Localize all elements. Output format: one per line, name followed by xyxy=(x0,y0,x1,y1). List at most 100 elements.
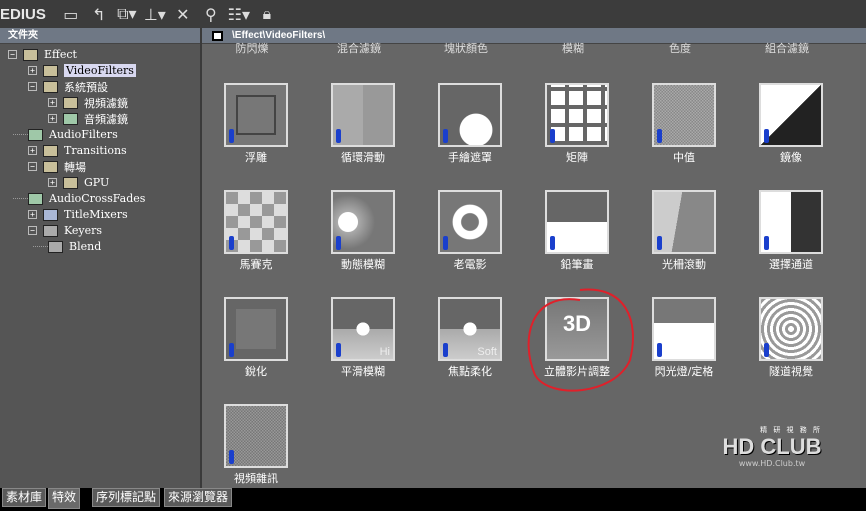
info-icon xyxy=(657,343,662,357)
effect-thumbnail xyxy=(652,83,716,147)
expand-icon[interactable]: + xyxy=(48,178,57,187)
thumbnail-tag: Hi xyxy=(379,346,390,358)
effect-thumbnail xyxy=(545,190,609,254)
properties-icon[interactable]: ⚲ xyxy=(200,4,222,24)
tree-item[interactable]: + VideoFilters xyxy=(28,63,136,78)
effect-item[interactable]: 循環滑動 xyxy=(309,83,409,183)
effect-thumbnail xyxy=(224,190,288,254)
effect-label: 視頻雜訊 xyxy=(234,472,278,485)
effect-label[interactable]: 色度 xyxy=(630,40,730,56)
folder-icon xyxy=(43,80,58,93)
effect-thumbnail: 3D xyxy=(545,297,609,361)
collapse-icon[interactable]: − xyxy=(8,50,17,59)
effect-label: 浮雕 xyxy=(245,151,267,164)
collapse-icon[interactable]: − xyxy=(28,162,37,171)
copy-dropdown-icon[interactable]: ⧉▾ xyxy=(116,4,138,24)
tab-source-browser[interactable]: 來源瀏覽器 xyxy=(164,488,233,507)
new-folder-icon[interactable]: ▭ xyxy=(60,4,82,24)
lock-icon[interactable]: 🔒︎ xyxy=(256,4,278,24)
folder-icon xyxy=(43,160,58,173)
effect-item[interactable]: 動態模糊 xyxy=(309,190,409,290)
effect-item[interactable]: 光柵滾動 xyxy=(630,190,730,290)
tree-item[interactable]: + TitleMixers xyxy=(28,207,128,222)
effect-thumbnail: Hi xyxy=(331,297,395,361)
layout-dropdown-icon[interactable]: ⊥▾ xyxy=(144,4,166,24)
effect-thumbnail: Soft xyxy=(438,297,502,361)
expand-icon[interactable]: + xyxy=(28,66,37,75)
effect-item[interactable]: 隧道視覺 xyxy=(737,297,837,397)
expand-icon[interactable]: + xyxy=(28,210,37,219)
tree-item[interactable]: Blend xyxy=(33,239,101,254)
tab-sequence-markers[interactable]: 序列標記點 xyxy=(92,488,161,507)
effect-label[interactable]: 混合濾鏡 xyxy=(309,40,409,56)
thumbnail-tag: Soft xyxy=(477,346,497,358)
effect-label[interactable]: 模糊 xyxy=(523,40,623,56)
effect-item[interactable]: 手繪遮罩 xyxy=(416,83,516,183)
effect-thumbnail xyxy=(224,83,288,147)
effect-item[interactable]: 鏡像 xyxy=(737,83,837,183)
tree-item-label: AudioCrossFades xyxy=(49,192,146,205)
effect-label: 焦點柔化 xyxy=(448,365,492,378)
folder-icon xyxy=(43,144,58,157)
effect-thumbnail xyxy=(224,297,288,361)
effect-label: 中值 xyxy=(673,151,695,164)
effect-label: 循環滑動 xyxy=(341,151,385,164)
expand-icon[interactable]: + xyxy=(28,146,37,155)
effect-item[interactable]: Soft 焦點柔化 xyxy=(416,297,516,397)
effect-thumbnail xyxy=(438,83,502,147)
effect-item[interactable]: 中值 xyxy=(630,83,730,183)
tree-item[interactable]: + 音頻濾鏡 xyxy=(48,111,128,126)
app-logo: EDIUS xyxy=(0,5,46,23)
tree-item[interactable]: − 轉場 xyxy=(28,159,86,174)
effect-label[interactable]: 組合濾鏡 xyxy=(737,40,837,56)
tree-item[interactable]: AudioCrossFades xyxy=(13,191,145,206)
effect-label[interactable]: 塊狀顏色 xyxy=(416,40,516,56)
thumbnail-tag: 3D xyxy=(562,311,592,336)
expand-icon[interactable]: + xyxy=(48,98,57,107)
folder-panel-header: 文件夾 xyxy=(0,28,200,44)
tree-item[interactable]: + 視頻濾鏡 xyxy=(48,95,128,110)
tree-item[interactable]: AudioFilters xyxy=(13,127,118,142)
tree-item[interactable]: − Keyers xyxy=(28,223,102,238)
effect-item[interactable]: 馬賽克 xyxy=(202,190,302,290)
effect-thumbnail xyxy=(759,190,823,254)
info-icon xyxy=(550,236,555,250)
effect-label: 老電影 xyxy=(453,258,487,271)
expand-icon[interactable]: + xyxy=(48,114,57,123)
effect-label: 鉛筆畫 xyxy=(560,258,594,271)
info-icon xyxy=(657,236,662,250)
effect-item[interactable]: 矩陣 xyxy=(523,83,623,183)
tree-item-label: GPU xyxy=(84,176,110,189)
effect-item[interactable]: 銳化 xyxy=(202,297,302,397)
effect-label: 動態模糊 xyxy=(341,258,385,271)
effect-label[interactable]: 防閃爍 xyxy=(202,40,302,56)
view-dropdown-icon[interactable]: ☷▾ xyxy=(228,4,250,24)
effect-item[interactable]: Hi 平滑模糊 xyxy=(309,297,409,397)
effect-label: 光柵滾動 xyxy=(662,258,706,271)
effect-label: 矩陣 xyxy=(566,151,588,164)
effect-thumbnail xyxy=(545,83,609,147)
effect-item[interactable]: 鉛筆畫 xyxy=(523,190,623,290)
effect-item[interactable]: 選擇通道 xyxy=(737,190,837,290)
tab-bin[interactable]: 素材庫 xyxy=(2,488,47,507)
effects-panel: \Effect\VideoFilters\ 防閃爍 混合濾鏡 塊狀顏色 模糊 色度 組合濾… xyxy=(202,28,866,488)
tree-item[interactable]: + Transitions xyxy=(28,143,127,158)
info-icon xyxy=(336,236,341,250)
effect-item[interactable]: 3D 立體影片調整 xyxy=(523,297,623,397)
info-icon xyxy=(764,236,769,250)
tab-effects[interactable]: 特效 xyxy=(48,488,81,509)
toolbar: EDIUS ▭ ↰ ⧉▾ ⊥▾ ✕ ⚲ ☷▾ 🔒︎ xyxy=(0,0,866,28)
tree-item[interactable]: + GPU xyxy=(48,175,109,190)
folder-icon xyxy=(43,64,58,77)
effect-thumbnail xyxy=(759,297,823,361)
tree-item[interactable]: − Effect xyxy=(8,47,77,62)
effect-item[interactable]: 閃光燈/定格 xyxy=(630,297,730,397)
collapse-icon[interactable]: − xyxy=(28,82,37,91)
effect-item[interactable]: 浮雕 xyxy=(202,83,302,183)
tree-item[interactable]: − 系統預設 xyxy=(28,79,108,94)
up-folder-icon[interactable]: ↰ xyxy=(88,4,110,24)
effect-item[interactable]: 老電影 xyxy=(416,190,516,290)
collapse-icon[interactable]: − xyxy=(28,226,37,235)
delete-icon[interactable]: ✕ xyxy=(172,4,194,24)
tree-item-label: AudioFilters xyxy=(49,128,118,141)
